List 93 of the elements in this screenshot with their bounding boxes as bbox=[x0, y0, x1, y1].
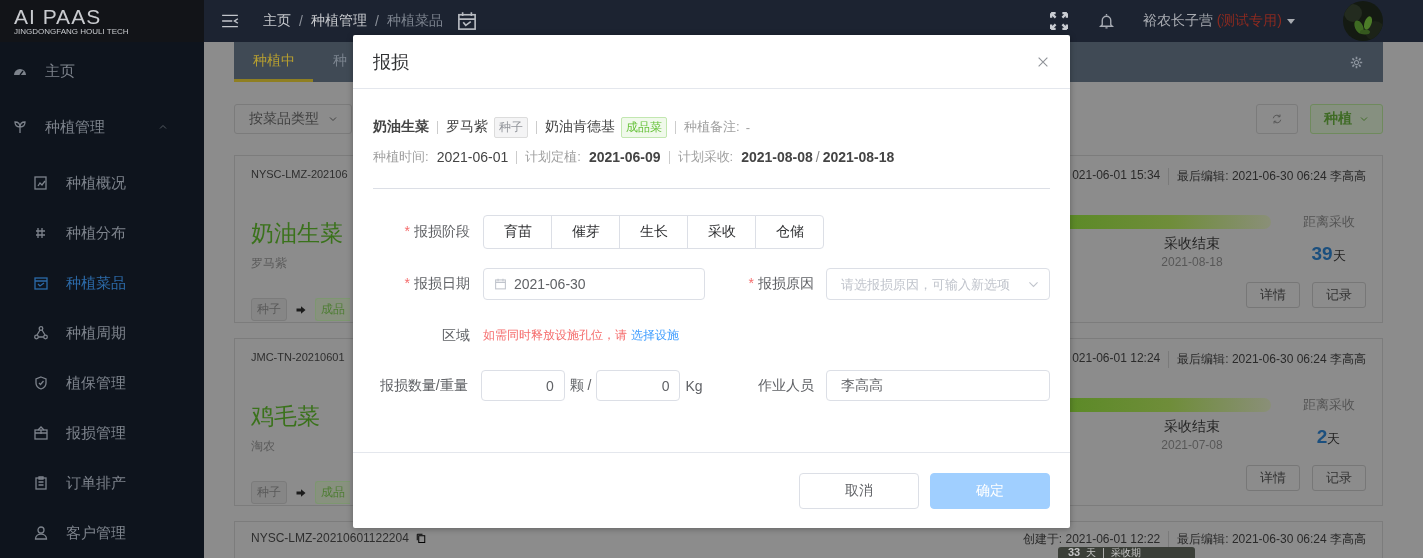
date-value: 2021-08-18 bbox=[822, 149, 895, 165]
sidebar-item[interactable]: 种植概况 bbox=[0, 158, 204, 208]
form-label: 报损数量/重量 bbox=[378, 376, 468, 395]
period-badge: 33 天 | 采收期 bbox=[1058, 547, 1195, 558]
category-select[interactable]: 按菜品类型 bbox=[234, 104, 352, 134]
date-value: 2021-08-08 bbox=[741, 149, 813, 165]
date-value: 2021-06-09 bbox=[588, 149, 661, 165]
stage-option[interactable]: 催芽 bbox=[551, 215, 620, 249]
form-label: * 报损原因 bbox=[747, 275, 814, 293]
dialog-title: 报损 bbox=[373, 50, 409, 74]
shield-icon bbox=[33, 375, 49, 391]
select-facility-link[interactable]: 选择设施 bbox=[631, 327, 679, 344]
logo: AI PAAS JINGDONGFANG HOULI TECH bbox=[0, 0, 204, 42]
created-time: 创建于: 2021-06-01 12:22 bbox=[1022, 531, 1161, 547]
crop-name: 鸡毛菜 bbox=[251, 402, 321, 431]
calendar-icon bbox=[33, 275, 49, 291]
unit-label: Kg bbox=[685, 377, 703, 394]
tab[interactable]: 种植中 bbox=[234, 42, 313, 82]
created-time: 021-06-01 15:34 bbox=[1072, 168, 1161, 184]
breadcrumb-item[interactable]: 主页 bbox=[263, 12, 291, 30]
stage-tag: 成品 bbox=[315, 298, 350, 321]
form-label: * 报损日期 bbox=[403, 275, 470, 293]
date-field[interactable]: 2021-06-30 bbox=[483, 268, 705, 300]
stage-option[interactable]: 育苗 bbox=[483, 215, 552, 249]
package-icon bbox=[33, 425, 49, 441]
milestone-label: 采收结束 bbox=[1164, 235, 1220, 253]
form-label: 区域 bbox=[441, 326, 470, 345]
form-label: 作业人员 bbox=[757, 376, 814, 395]
refresh-icon bbox=[1271, 113, 1283, 125]
countdown-value: 2天 bbox=[1316, 426, 1341, 448]
date-label: 种植时间: bbox=[373, 148, 429, 166]
edited-info: 最后编辑: 2021-06-30 06:24 李高高 bbox=[1168, 168, 1366, 185]
crop-name: 奶油生菜 bbox=[373, 118, 429, 136]
breadcrumb-separator: / bbox=[299, 13, 303, 29]
sidebar-item[interactable]: 客户管理 bbox=[0, 508, 204, 558]
crop-code: NYSC-LMZ-20210601122204 bbox=[251, 531, 409, 545]
countdown-value: 39天 bbox=[1311, 243, 1346, 265]
crop-name: 奶油生菜 bbox=[251, 219, 344, 248]
stage-option[interactable]: 采收 bbox=[687, 215, 756, 249]
sidebar-item[interactable]: 种植管理 bbox=[0, 102, 204, 152]
calendar-icon bbox=[456, 11, 477, 31]
product-name: 奶油肯德基 bbox=[545, 118, 615, 136]
bell-icon bbox=[1097, 12, 1115, 30]
reason-select[interactable]: 请选报损原因，可输入新选项 bbox=[826, 268, 1050, 300]
note-value: - bbox=[745, 119, 750, 135]
breadcrumb-item[interactable]: 种植管理 bbox=[310, 12, 367, 30]
person-icon bbox=[33, 525, 49, 541]
variety-name: 罗马紫 bbox=[446, 118, 488, 136]
created-time: 021-06-01 12:24 bbox=[1072, 351, 1161, 367]
operator-field[interactable]: 李高高 bbox=[826, 370, 1050, 401]
card-action-button[interactable]: 详情 bbox=[1246, 282, 1300, 308]
sprout-icon bbox=[12, 119, 28, 135]
stage-tag: 种子 bbox=[494, 116, 528, 138]
date-separator: / bbox=[815, 149, 820, 165]
stage-tag: 成品菜 bbox=[621, 116, 667, 138]
chart-icon bbox=[33, 175, 49, 191]
cancel-button[interactable]: 取消 bbox=[799, 472, 919, 509]
date-label: 计划定植: bbox=[525, 148, 581, 166]
clipboard-icon bbox=[33, 475, 49, 491]
stage-option[interactable]: 仓储 bbox=[755, 215, 824, 249]
sidebar-item[interactable]: 植保管理 bbox=[0, 358, 204, 408]
area-hint: 如需同时释放设施孔位，请 bbox=[483, 327, 627, 344]
sidebar-item[interactable]: 报损管理 bbox=[0, 408, 204, 458]
settings-icon bbox=[1350, 55, 1363, 69]
milestone-label: 采收结束 bbox=[1164, 418, 1220, 436]
unit-label: 颗 / bbox=[569, 376, 592, 395]
card-action-button[interactable]: 记录 bbox=[1312, 465, 1366, 491]
stage-tag: 成品 bbox=[315, 481, 350, 504]
card-action-button[interactable]: 记录 bbox=[1312, 282, 1366, 308]
sidebar-item[interactable]: 种植周期 bbox=[0, 308, 204, 358]
sidebar-item[interactable]: 主页 bbox=[0, 46, 204, 96]
user-menu[interactable]: 裕农长子营 (测试专用) bbox=[1142, 12, 1282, 30]
card-action-button[interactable]: 详情 bbox=[1246, 465, 1300, 491]
edited-info: 最后编辑: 2021-06-30 06:24 李高高 bbox=[1168, 351, 1366, 368]
sidebar-item[interactable]: 订单排产 bbox=[0, 458, 204, 508]
sidebar-item[interactable]: 种植分布 bbox=[0, 208, 204, 258]
nodes-icon bbox=[33, 325, 49, 341]
count-field[interactable]: 0 bbox=[480, 370, 565, 401]
crop-code: JMC-TN-20210601 bbox=[251, 351, 346, 363]
date-value: 2021-06-01 bbox=[436, 149, 509, 165]
date-label: 计划采收: bbox=[677, 148, 734, 166]
breadcrumb-item: 种植菜品 bbox=[386, 12, 443, 30]
sidebar-item[interactable]: 种植菜品 bbox=[0, 258, 204, 308]
calendar-icon bbox=[494, 277, 507, 291]
stage-option[interactable]: 生长 bbox=[619, 215, 688, 249]
fullscreen-icon bbox=[1049, 12, 1068, 30]
copy-icon bbox=[414, 532, 427, 544]
breadcrumb-separator: / bbox=[374, 13, 379, 29]
menu-icon bbox=[221, 12, 239, 30]
form-label: * 报损阶段 bbox=[403, 223, 470, 241]
note-label: 种植备注: bbox=[684, 118, 740, 136]
crop-code: NYSC-LMZ-202106 bbox=[251, 168, 349, 180]
weight-field[interactable]: 0 bbox=[596, 370, 681, 401]
